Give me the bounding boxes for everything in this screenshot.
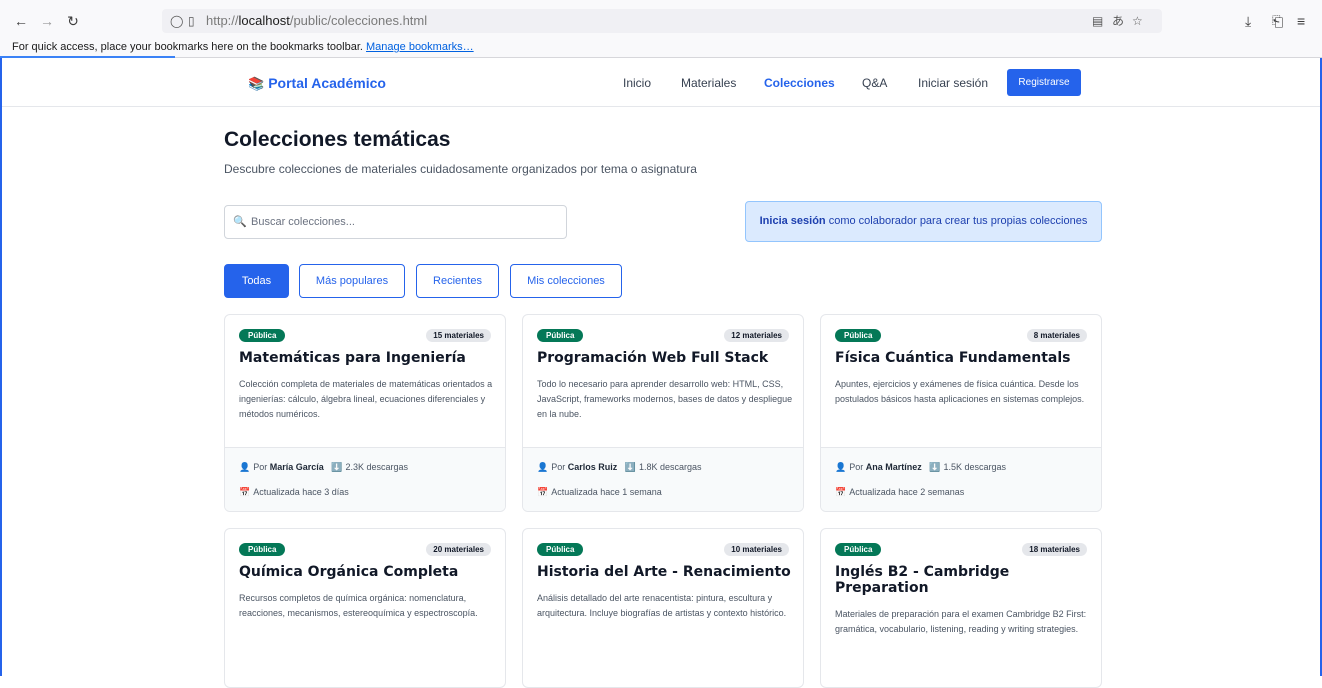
user-icon: 👤 <box>835 462 847 472</box>
downloads-count: 1.8K descargas <box>639 462 702 472</box>
author-name: Carlos Ruiz <box>567 462 618 472</box>
manage-bookmarks-link[interactable]: Manage bookmarks… <box>366 41 474 53</box>
bookmarks-bar: For quick access, place your bookmarks h… <box>0 38 1322 57</box>
materials-count: 20 materiales <box>426 543 491 556</box>
updated-info: 📅 Actualizada hace 2 semanas <box>835 487 965 497</box>
author-info: 👤 Por Carlos Ruiz ⬇️ 1.8K descargas <box>537 462 702 472</box>
site-logo[interactable]: 📚 Portal Académico <box>248 75 386 92</box>
user-icon: 👤 <box>537 462 549 472</box>
download-icon[interactable]: ⤓ <box>1245 12 1251 30</box>
materials-count: 8 materiales <box>1026 329 1087 342</box>
collection-card[interactable]: Pública 12 materiales Programación Web F… <box>522 314 804 512</box>
card-footer: 👤 Por Ana Martínez ⬇️ 1.5K descargas 📅 Actu… <box>821 447 1101 511</box>
calendar-icon: 📅 <box>835 487 847 497</box>
calendar-icon: 📅 <box>537 487 549 497</box>
materials-count: 10 materiales <box>724 543 789 556</box>
nav-materiales[interactable]: Materiales <box>681 76 736 90</box>
search-input[interactable] <box>251 213 551 231</box>
collection-description: Análisis detallado del arte renacentista… <box>537 593 787 618</box>
calendar-icon: 📅 <box>239 487 251 497</box>
collection-card[interactable]: Pública 20 materiales Química Orgánica C… <box>224 528 506 688</box>
collection-description: Apuntes, ejercicios y exámenes de física… <box>835 379 1085 404</box>
card-footer: 👤 Por Carlos Ruiz ⬇️ 1.8K descargas 📅 Actua… <box>523 447 803 511</box>
browser-chrome: ← → ↻ ◯ ▯ http://localhost/public/colecc… <box>0 0 1322 58</box>
visibility-badge: Pública <box>835 329 882 342</box>
materials-count: 18 materiales <box>1022 543 1087 556</box>
collection-card[interactable]: Pública 15 materiales Matemáticas para I… <box>224 314 506 512</box>
author-info: 👤 Por Ana Martínez ⬇️ 1.5K descargas <box>835 462 1007 472</box>
download-icon: ⬇️ <box>624 462 636 472</box>
reload-icon[interactable]: ↻ <box>64 12 82 30</box>
back-arrow-icon[interactable]: ← <box>12 12 30 30</box>
download-icon: ⬇️ <box>929 462 941 472</box>
collection-title[interactable]: Química Orgánica Completa <box>239 564 495 580</box>
menu-icon[interactable]: ≡ <box>1297 12 1305 30</box>
collection-title[interactable]: Programación Web Full Stack <box>537 350 793 366</box>
bookmarks-hint: For quick access, place your bookmarks h… <box>12 41 363 53</box>
collection-description: Materiales de preparación para el examen… <box>835 609 1087 634</box>
author-info: 👤 Por María García ⬇️ 2.3K descargas <box>239 462 409 472</box>
extensions-icon[interactable]: ⎗ <box>1272 12 1283 30</box>
nav-qa[interactable]: Q&A <box>862 76 887 90</box>
shield-icon[interactable]: ◯ <box>170 12 183 30</box>
banner-text: como colaborador para crear tus propias … <box>825 215 1088 227</box>
collection-card[interactable]: Pública 10 materiales Historia del Arte … <box>522 528 804 688</box>
logo-text: Portal Académico <box>268 75 386 91</box>
collection-title[interactable]: Física Cuántica Fundamentals <box>835 350 1091 366</box>
author-name: María García <box>269 462 324 472</box>
collection-title[interactable]: Inglés B2 - Cambridge Preparation <box>835 564 1091 596</box>
page-icon[interactable]: ▯ <box>188 12 195 30</box>
page-subtitle: Descubre colecciones de materiales cuida… <box>224 162 697 176</box>
collection-description: Colección completa de materiales de mate… <box>239 379 493 419</box>
page-title: Colecciones temáticas <box>224 128 451 151</box>
visibility-badge: Pública <box>835 543 882 556</box>
updated-info: 📅 Actualizada hace 3 días <box>239 487 349 497</box>
site-header: 📚 Portal Académico Inicio Materiales Cole… <box>2 58 1320 107</box>
search-box[interactable]: 🔍 <box>224 205 567 239</box>
collection-title[interactable]: Matemáticas para Ingeniería <box>239 350 495 366</box>
translate-icon[interactable]: あ <box>1112 12 1124 30</box>
visibility-badge: Pública <box>537 329 584 342</box>
books-icon: 📚 <box>248 76 265 91</box>
filter-mas-populares[interactable]: Más populares <box>299 264 405 298</box>
login-banner: Inicia sesión como colaborador para crea… <box>745 201 1102 242</box>
register-button[interactable]: Registrarse <box>1007 69 1081 96</box>
updated-info: 📅 Actualizada hace 1 semana <box>537 487 662 497</box>
forward-arrow-icon[interactable]: → <box>38 12 56 30</box>
star-icon[interactable]: ☆ <box>1132 12 1143 30</box>
login-link[interactable]: Inicia sesión <box>760 215 826 227</box>
downloads-count: 1.5K descargas <box>943 462 1007 472</box>
reader-view-icon[interactable]: ▤ <box>1092 12 1103 30</box>
collection-description: Todo lo necesario para aprender desarrol… <box>537 379 793 419</box>
materials-count: 15 materiales <box>426 329 491 342</box>
nav-colecciones[interactable]: Colecciones <box>764 76 835 90</box>
visibility-badge: Pública <box>537 543 584 556</box>
nav-iniciar-sesion[interactable]: Iniciar sesión <box>918 76 988 90</box>
nav-inicio[interactable]: Inicio <box>623 76 651 90</box>
collection-card[interactable]: Pública 18 materiales Inglés B2 - Cambri… <box>820 528 1102 688</box>
user-icon: 👤 <box>239 462 251 472</box>
filter-mis-colecciones[interactable]: Mis colecciones <box>510 264 622 298</box>
download-icon: ⬇️ <box>331 462 343 472</box>
collection-card[interactable]: Pública 8 materiales Física Cuántica Fun… <box>820 314 1102 512</box>
filter-todas[interactable]: Todas <box>224 264 289 298</box>
visibility-badge: Pública <box>239 329 286 342</box>
downloads-count: 2.3K descargas <box>345 462 409 472</box>
filter-recientes[interactable]: Recientes <box>416 264 499 298</box>
card-footer: 👤 Por María García ⬇️ 2.3K descargas 📅 Actu… <box>225 447 505 511</box>
author-name: Ana Martínez <box>865 462 922 472</box>
search-icon: 🔍 <box>233 216 247 228</box>
collection-title[interactable]: Historia del Arte - Renacimiento <box>537 564 793 580</box>
url-text[interactable]: http://localhost/public/colecciones.html <box>206 12 427 30</box>
url-bar[interactable]: ◯ ▯ http://localhost/public/colecciones.… <box>162 9 1162 33</box>
visibility-badge: Pública <box>239 543 286 556</box>
browser-toolbar: ← → ↻ ◯ ▯ http://localhost/public/colecc… <box>0 8 1322 34</box>
materials-count: 12 materiales <box>724 329 789 342</box>
window-edge-left <box>0 58 2 676</box>
collection-description: Recursos completos de química orgánica: … <box>239 593 478 618</box>
